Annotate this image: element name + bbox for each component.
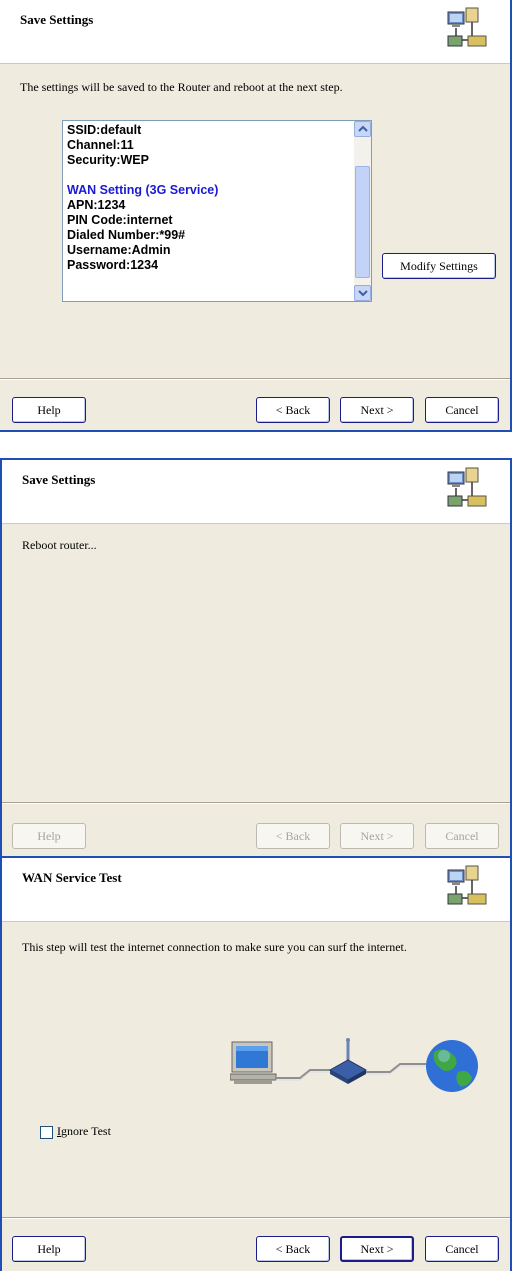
- ignore-test-label[interactable]: Ignore Test: [57, 1124, 111, 1139]
- list-item: PIN Code:internet: [67, 213, 173, 227]
- divider: [2, 802, 510, 804]
- cancel-button[interactable]: Cancel: [425, 1236, 499, 1262]
- list-item: Password:1234: [67, 258, 159, 272]
- save-settings-panel: Save Settings The settings will be saved…: [0, 0, 512, 432]
- modify-settings-button[interactable]: Modify Settings: [382, 253, 496, 279]
- next-button[interactable]: Next >: [340, 397, 414, 423]
- page-title: WAN Service Test: [22, 870, 122, 885]
- wizard-header: WAN Service Test: [2, 858, 510, 922]
- reboot-panel: Save Settings Reboot router... Help < Ba…: [0, 458, 512, 858]
- next-button[interactable]: Next >: [340, 1236, 414, 1262]
- next-button[interactable]: Next >: [340, 823, 414, 849]
- back-button[interactable]: < Back: [256, 397, 330, 423]
- list-item: [67, 168, 349, 183]
- page-title: Save Settings: [22, 472, 96, 487]
- ignore-test-text: gnore Test: [61, 1124, 111, 1138]
- router-icon: [328, 1038, 368, 1084]
- wizard-header: Save Settings: [2, 460, 510, 524]
- scroll-down-icon[interactable]: [354, 285, 371, 301]
- list-item: Dialed Number:*99#: [67, 228, 186, 242]
- wizard-network-icon: [447, 865, 487, 905]
- scroll-up-icon[interactable]: [354, 121, 371, 137]
- globe-icon: [426, 1040, 478, 1092]
- divider: [2, 1217, 510, 1219]
- connection-diagram: [230, 1038, 478, 1092]
- list-item: Channel:11: [67, 138, 134, 152]
- help-button[interactable]: Help: [12, 397, 86, 423]
- wizard-network-icon: [447, 467, 487, 507]
- list-item: Username:Admin: [67, 243, 171, 257]
- wizard-network-icon: [447, 7, 487, 47]
- wizard-header: Save Settings: [0, 0, 510, 64]
- cancel-button[interactable]: Cancel: [425, 397, 499, 423]
- step-description: This step will test the internet connect…: [22, 940, 407, 954]
- back-button[interactable]: < Back: [256, 1236, 330, 1262]
- cancel-button[interactable]: Cancel: [425, 823, 499, 849]
- divider: [0, 378, 510, 380]
- status-text: Reboot router...: [22, 538, 97, 552]
- list-item: Security:WEP: [67, 153, 149, 167]
- ignore-test-checkbox[interactable]: [40, 1126, 53, 1139]
- help-button[interactable]: Help: [12, 1236, 86, 1262]
- step-description: The settings will be saved to the Router…: [20, 80, 343, 94]
- vertical-scrollbar[interactable]: [354, 121, 371, 301]
- settings-summary-listbox[interactable]: SSID:default Channel:11 Security:WEP WAN…: [62, 120, 372, 302]
- scroll-thumb[interactable]: [355, 166, 370, 278]
- back-button[interactable]: < Back: [256, 823, 330, 849]
- page-title: Save Settings: [20, 12, 94, 27]
- wan-service-test-panel: WAN Service Test This step will test the…: [0, 856, 512, 1271]
- computer-icon: [230, 1041, 277, 1084]
- list-item: SSID:default: [67, 123, 142, 137]
- list-item: APN:1234: [67, 198, 126, 212]
- settings-lines: SSID:default Channel:11 Security:WEP WAN…: [67, 123, 349, 273]
- help-button[interactable]: Help: [12, 823, 86, 849]
- wan-setting-heading: WAN Setting (3G Service): [67, 183, 219, 197]
